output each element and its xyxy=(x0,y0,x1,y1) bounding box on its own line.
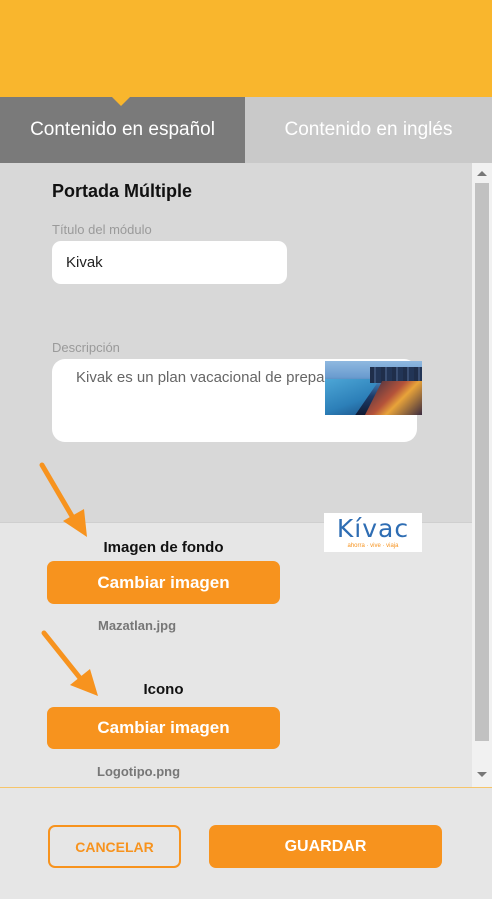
tab-spanish-content[interactable]: Contenido en español xyxy=(0,96,245,163)
change-background-image-button[interactable]: Cambiar imagen xyxy=(47,561,280,604)
active-tab-caret-icon xyxy=(111,96,131,106)
background-image-heading: Imagen de fondo xyxy=(103,539,224,556)
scrollbar-thumb[interactable] xyxy=(475,183,489,741)
description-field-label: Descripción xyxy=(52,340,120,355)
logo-thumbnail: Kívac ahorra · vive · viaja xyxy=(324,513,422,552)
title-field-label: Título del módulo xyxy=(52,222,152,237)
section-title: Portada Múltiple xyxy=(52,181,193,201)
tab-spanish-label: Contenido en español xyxy=(30,119,215,140)
tab-english-content[interactable]: Contenido en inglés xyxy=(245,97,492,163)
logo-tagline: ahorra · vive · viaja xyxy=(347,542,399,549)
cancel-button[interactable]: CANCELAR xyxy=(48,825,181,868)
module-title-input[interactable]: Kivak xyxy=(52,241,287,284)
language-tabs: Contenido en español Contenido en inglés xyxy=(0,96,492,163)
module-form: Portada Múltiple Título del módulo Kivak… xyxy=(0,163,472,787)
arrow-annotation-icon xyxy=(41,630,98,696)
tab-english-label: Contenido en inglés xyxy=(284,119,453,140)
logo-wordmark: Kívac xyxy=(336,513,410,543)
scroll-up-icon[interactable] xyxy=(477,171,487,176)
background-image-thumbnail xyxy=(325,361,422,415)
icon-file-name: Logotipo.png xyxy=(97,764,181,779)
top-header-bar xyxy=(0,0,492,97)
arrow-annotation-icon xyxy=(39,462,87,537)
scroll-down-icon[interactable] xyxy=(477,772,487,777)
scrollbar[interactable] xyxy=(472,163,492,787)
footer-actions: CANCELAR GUARDAR xyxy=(0,787,492,899)
background-file-name: Mazatlan.jpg xyxy=(98,618,177,633)
change-icon-image-button[interactable]: Cambiar imagen xyxy=(47,707,280,749)
save-button[interactable]: GUARDAR xyxy=(209,825,442,868)
